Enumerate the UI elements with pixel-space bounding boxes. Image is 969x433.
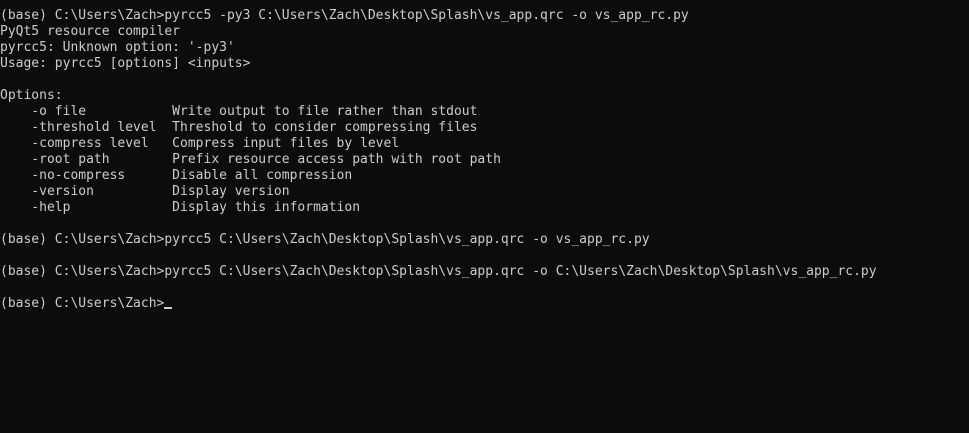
terminal-line: (base) C:\Users\Zach>pyrcc5 C:\Users\Zac… bbox=[0, 264, 877, 279]
terminal-line: -threshold level Threshold to consider c… bbox=[0, 120, 478, 135]
text-cursor bbox=[164, 307, 173, 309]
terminal-output: (base) C:\Users\Zach>pyrcc5 -py3 C:\User… bbox=[0, 8, 877, 312]
terminal-line: -help Display this information bbox=[0, 200, 361, 215]
terminal-line: (base) C:\Users\Zach>pyrcc5 C:\Users\Zac… bbox=[0, 232, 650, 247]
terminal-line: -o file Write output to file rather than… bbox=[0, 104, 478, 119]
terminal-line: -version Display version bbox=[0, 184, 290, 199]
terminal-window[interactable]: (base) C:\Users\Zach>pyrcc5 -py3 C:\User… bbox=[0, 0, 969, 433]
terminal-line: PyQt5 resource compiler bbox=[0, 24, 181, 39]
terminal-line: -no-compress Disable all compression bbox=[0, 168, 353, 183]
terminal-line: -compress level Compress input files by … bbox=[0, 136, 400, 151]
terminal-line: Options: bbox=[0, 88, 63, 103]
command-prompt: (base) C:\Users\Zach> bbox=[0, 296, 165, 311]
terminal-line: -root path Prefix resource access path w… bbox=[0, 152, 501, 167]
prompt-line[interactable]: (base) C:\Users\Zach> bbox=[0, 296, 877, 312]
terminal-line: Usage: pyrcc5 [options] <inputs> bbox=[0, 56, 251, 71]
terminal-line: pyrcc5: Unknown option: '-py3' bbox=[0, 40, 235, 55]
terminal-line: (base) C:\Users\Zach>pyrcc5 -py3 C:\User… bbox=[0, 8, 689, 23]
